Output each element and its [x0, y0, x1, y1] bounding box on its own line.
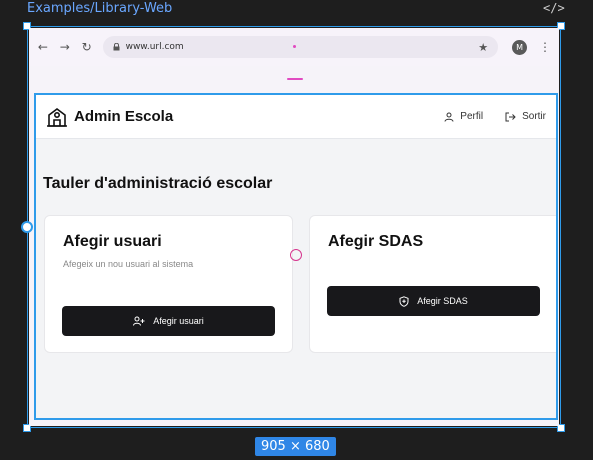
logout-label: Sortir [522, 111, 546, 122]
browser-toolbar: ← → ↻ www.url.com ★ M ⋮ [29, 28, 559, 66]
forward-icon[interactable]: → [59, 40, 71, 54]
side-resize-handle[interactable] [21, 221, 33, 233]
dimensions-badge: 905 × 680 [255, 437, 336, 456]
add-user-button-label: Afegir usuari [153, 316, 204, 326]
anchor-point[interactable] [290, 249, 302, 261]
school-icon [46, 106, 68, 128]
address-bar[interactable]: www.url.com ★ [102, 36, 499, 58]
add-sdas-button[interactable]: Afegir SDAS [327, 286, 540, 316]
frame-label[interactable]: Examples/Library-Web [27, 1, 172, 16]
profile-label: Perfil [460, 111, 484, 122]
marker-dot [292, 45, 296, 48]
add-user-button[interactable]: Afegir usuari [62, 306, 275, 336]
back-icon[interactable]: ← [37, 40, 49, 54]
code-icon[interactable]: </> [543, 1, 565, 15]
star-icon[interactable]: ★ [478, 41, 488, 54]
add-sdas-button-label: Afegir SDAS [417, 296, 468, 306]
profile-link[interactable]: Perfil [444, 111, 483, 122]
more-menu-icon[interactable]: ⋮ [539, 40, 551, 54]
logout-link[interactable]: Sortir [505, 111, 546, 122]
card-description: Afegeix un nou usuari al sistema [63, 259, 194, 269]
add-user-card: Afegir usuari Afegeix un nou usuari al s… [44, 215, 293, 353]
page-title: Tauler d'administració escolar [43, 175, 273, 192]
app-header: Admin Escola Perfil Sortir [36, 95, 556, 139]
card-title: Afegir usuari [63, 233, 162, 250]
shield-icon [399, 295, 409, 307]
lock-icon [113, 43, 120, 51]
resize-indicator[interactable] [287, 78, 303, 80]
browser-mockup: ← → ↻ www.url.com ★ M ⋮ Admin Escola Per… [29, 28, 559, 426]
user-icon [444, 112, 454, 122]
add-sdas-card: Afegir SDAS Afegir SDAS [309, 215, 556, 353]
brand-name[interactable]: Admin Escola [74, 108, 173, 125]
avatar[interactable]: M [512, 39, 527, 55]
reload-icon[interactable]: ↻ [81, 40, 93, 54]
card-title: Afegir SDAS [328, 233, 424, 250]
url-text: www.url.com [125, 42, 184, 52]
user-plus-icon [133, 316, 145, 326]
logout-icon [505, 112, 516, 121]
